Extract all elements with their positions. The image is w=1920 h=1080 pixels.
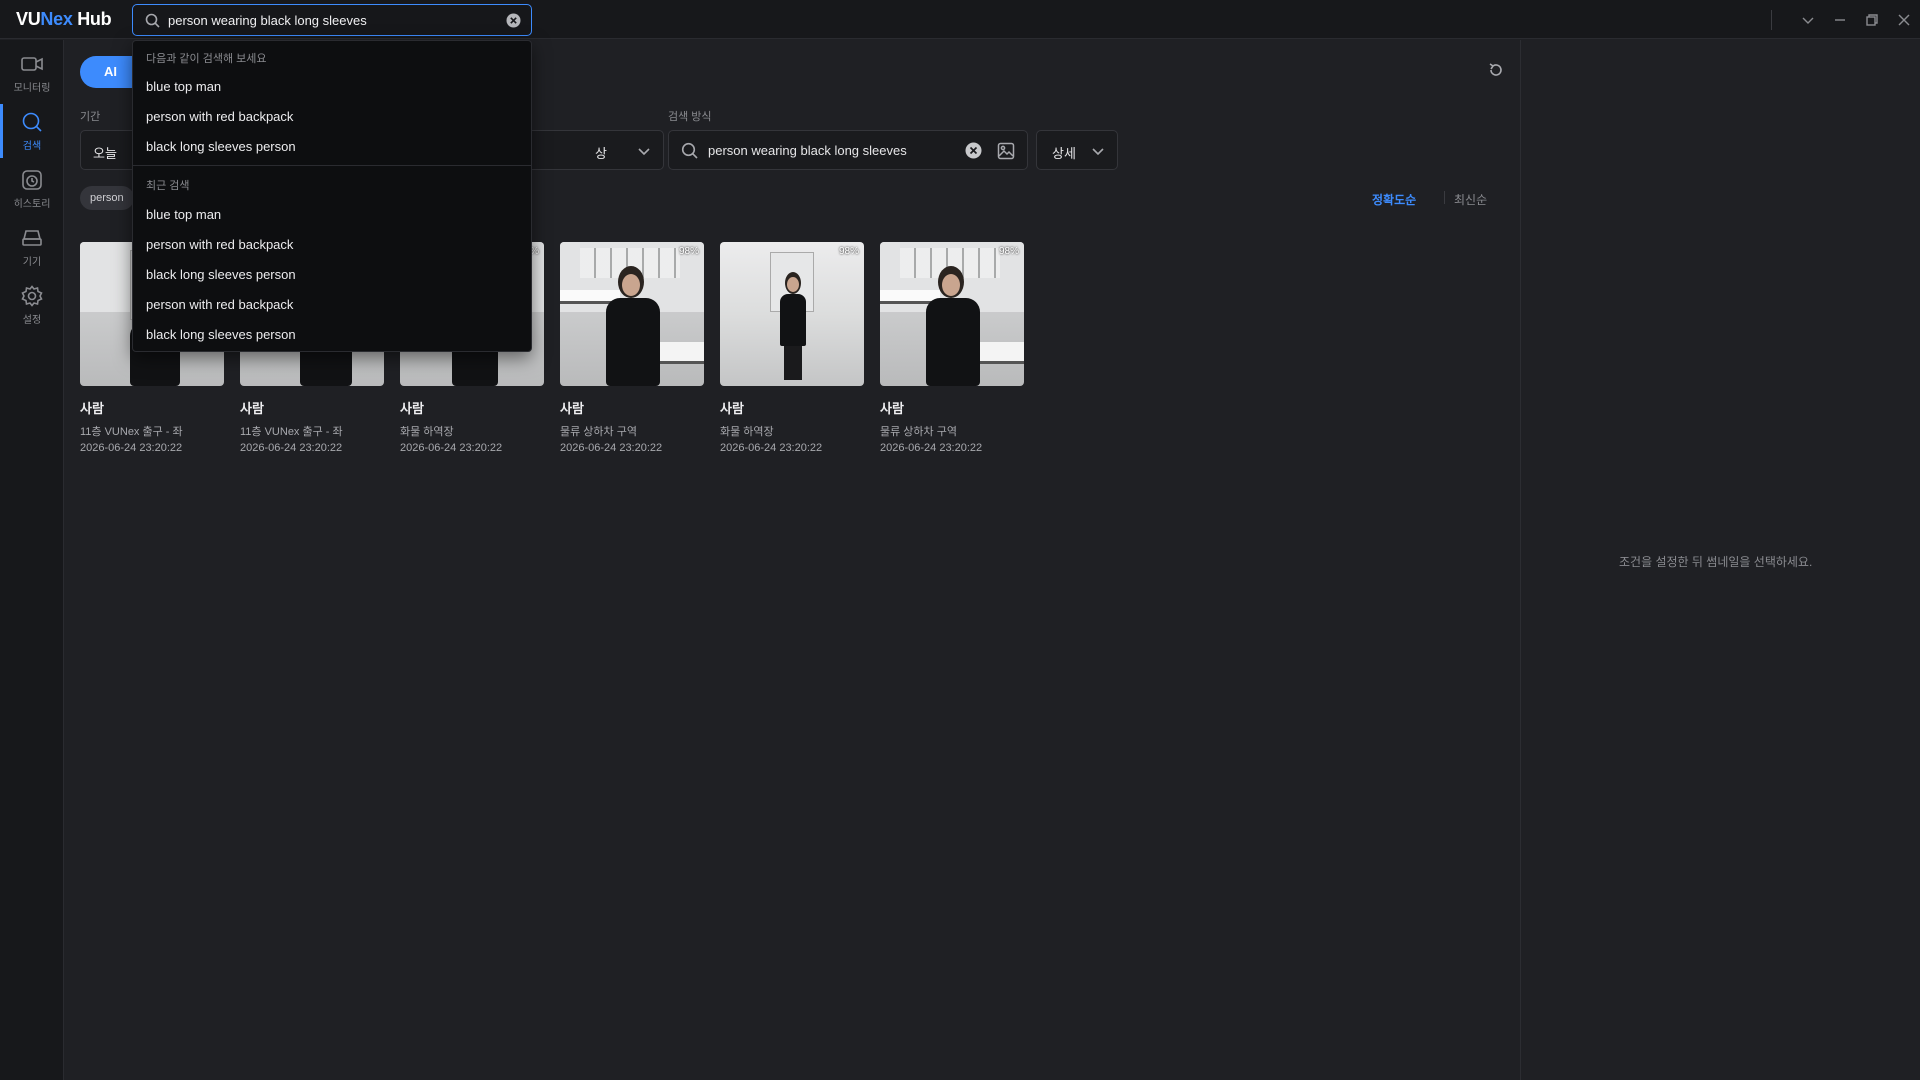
recent-search-item[interactable]: black long sleeves person bbox=[146, 267, 296, 282]
detail-button[interactable]: 상세 bbox=[1036, 130, 1118, 170]
result-location: 11층 VUNex 출구 - 좌 bbox=[240, 426, 343, 438]
dropdown-divider bbox=[133, 165, 531, 166]
result-thumbnail: 98% bbox=[560, 242, 704, 386]
suggestion-item[interactable]: blue top man bbox=[146, 79, 221, 94]
image-icon bbox=[997, 142, 1015, 160]
logo-text-prefix: VU bbox=[16, 9, 41, 29]
result-time: 2026-06-24 23:20:22 bbox=[80, 442, 183, 454]
nav-item-label: 기기 bbox=[22, 257, 42, 268]
recent-search-item[interactable]: person with red backpack bbox=[146, 297, 293, 312]
search-icon bbox=[145, 13, 160, 33]
nav-item-label: 검색 bbox=[22, 141, 42, 152]
target-value: 상 bbox=[595, 146, 607, 161]
device-storage-icon bbox=[20, 226, 44, 250]
suggestion-item[interactable]: person with red backpack bbox=[146, 109, 293, 124]
sort-accuracy[interactable]: 정확도순 bbox=[1372, 191, 1416, 208]
search-term-chip[interactable]: person bbox=[80, 186, 134, 210]
detail-panel-divider bbox=[1520, 40, 1521, 1080]
result-time: 2026-06-24 23:20:22 bbox=[400, 442, 503, 454]
dropdown-menu-button[interactable] bbox=[1792, 0, 1824, 39]
restore-button[interactable] bbox=[1856, 0, 1888, 39]
global-search-value: person wearing black long sleeves bbox=[168, 13, 367, 28]
chevron-down-icon bbox=[1091, 144, 1105, 161]
window-controls bbox=[1771, 0, 1920, 39]
result-title: 사람 bbox=[240, 401, 264, 416]
match-score: 98% bbox=[678, 246, 699, 257]
recent-search-item[interactable]: blue top man bbox=[146, 207, 221, 222]
target-select[interactable]: 상 bbox=[524, 130, 664, 170]
gear-icon bbox=[20, 284, 44, 308]
app-logo: VUNex Hub bbox=[16, 9, 112, 30]
minimize-button[interactable] bbox=[1824, 0, 1856, 39]
result-title: 사람 bbox=[880, 401, 904, 416]
suggestion-item[interactable]: black long sleeves person bbox=[146, 139, 296, 154]
result-title: 사람 bbox=[720, 401, 744, 416]
result-time: 2026-06-24 23:20:22 bbox=[880, 442, 983, 454]
result-title: 사람 bbox=[80, 401, 104, 416]
search-method-input[interactable]: person wearing black long sleeves bbox=[668, 130, 1028, 170]
result-title: 사람 bbox=[400, 401, 424, 416]
match-score: 98% bbox=[998, 246, 1019, 257]
period-label: 기간 bbox=[80, 111, 101, 123]
result-location: 화물 하역장 bbox=[400, 426, 454, 438]
close-window-button[interactable] bbox=[1888, 0, 1920, 39]
nav-item-label: 설정 bbox=[22, 315, 42, 326]
nav-item-settings[interactable]: 설정 bbox=[0, 276, 64, 332]
result-time: 2026-06-24 23:20:22 bbox=[720, 442, 823, 454]
suggestion-header: 다음과 같이 검색해 보세요 bbox=[146, 53, 267, 65]
logo-text-suffix: Hub bbox=[72, 9, 112, 29]
clear-circle-icon bbox=[965, 142, 982, 159]
clear-search-button[interactable] bbox=[506, 13, 521, 33]
search-suggestion-dropdown: 다음과 같이 검색해 보세요 blue top man person with … bbox=[132, 40, 532, 352]
result-time: 2026-06-24 23:20:22 bbox=[560, 442, 663, 454]
window-controls-divider bbox=[1771, 9, 1772, 30]
nav-item-device[interactable]: 기기 bbox=[0, 218, 64, 274]
image-search-button[interactable] bbox=[997, 142, 1015, 163]
result-location: 화물 하역장 bbox=[720, 426, 774, 438]
search-method-value: person wearing black long sleeves bbox=[708, 143, 907, 158]
sort-divider bbox=[1444, 191, 1445, 204]
result-thumbnail: 98% bbox=[720, 242, 864, 386]
refresh-button[interactable] bbox=[1488, 62, 1504, 83]
recent-search-item[interactable]: person with red backpack bbox=[146, 237, 293, 252]
result-card[interactable]: 98% 사람 화물 하역장 2026-06-24 23:20:22 bbox=[720, 242, 864, 454]
recent-search-header: 최근 검색 bbox=[146, 180, 190, 192]
logo-text-accent: Nex bbox=[40, 9, 73, 29]
nav-item-label: 히스토리 bbox=[13, 199, 51, 210]
history-clock-icon bbox=[20, 168, 44, 192]
video-camera-icon bbox=[20, 52, 44, 76]
left-sidebar: 모니터링 검색 히스토리 기기 설정 bbox=[0, 40, 64, 1080]
sort-latest[interactable]: 최신순 bbox=[1454, 191, 1487, 208]
search-method-label: 검색 방식 bbox=[668, 111, 712, 123]
close-icon bbox=[1898, 14, 1910, 25]
nav-item-history[interactable]: 히스토리 bbox=[0, 160, 64, 216]
detail-label: 상세 bbox=[1052, 146, 1076, 161]
result-card[interactable]: 98% 사람 물류 상하차 구역 2026-06-24 23:20:22 bbox=[560, 242, 704, 454]
search-icon bbox=[20, 110, 44, 134]
recent-search-item[interactable]: black long sleeves person bbox=[146, 327, 296, 342]
period-value: 오늘 bbox=[93, 146, 117, 161]
nav-item-search[interactable]: 검색 bbox=[0, 102, 64, 158]
global-search-input[interactable]: person wearing black long sleeves bbox=[132, 4, 532, 36]
chevron-down-icon bbox=[637, 144, 651, 161]
restore-icon bbox=[1866, 13, 1878, 26]
result-thumbnail: 98% bbox=[880, 242, 1024, 386]
result-card[interactable]: 98% 사람 물류 상하차 구역 2026-06-24 23:20:22 bbox=[880, 242, 1024, 454]
chevron-down-icon bbox=[1802, 17, 1814, 24]
detail-panel-hint: 조건을 설정한 뒤 썸네일을 선택하세요. bbox=[1619, 555, 1813, 569]
nav-item-monitoring[interactable]: 모니터링 bbox=[0, 44, 64, 100]
match-score: 98% bbox=[838, 246, 859, 257]
nav-item-label: 모니터링 bbox=[13, 83, 51, 94]
refresh-icon bbox=[1489, 63, 1502, 76]
clear-method-button[interactable] bbox=[965, 142, 982, 162]
result-time: 2026-06-24 23:20:22 bbox=[240, 442, 343, 454]
minimize-icon bbox=[1835, 18, 1845, 21]
result-location: 11층 VUNex 출구 - 좌 bbox=[80, 426, 183, 438]
search-icon bbox=[681, 142, 698, 162]
result-location: 물류 상하차 구역 bbox=[560, 426, 637, 438]
result-title: 사람 bbox=[560, 401, 584, 416]
clear-circle-icon bbox=[506, 13, 521, 28]
result-location: 물류 상하차 구역 bbox=[880, 426, 957, 438]
